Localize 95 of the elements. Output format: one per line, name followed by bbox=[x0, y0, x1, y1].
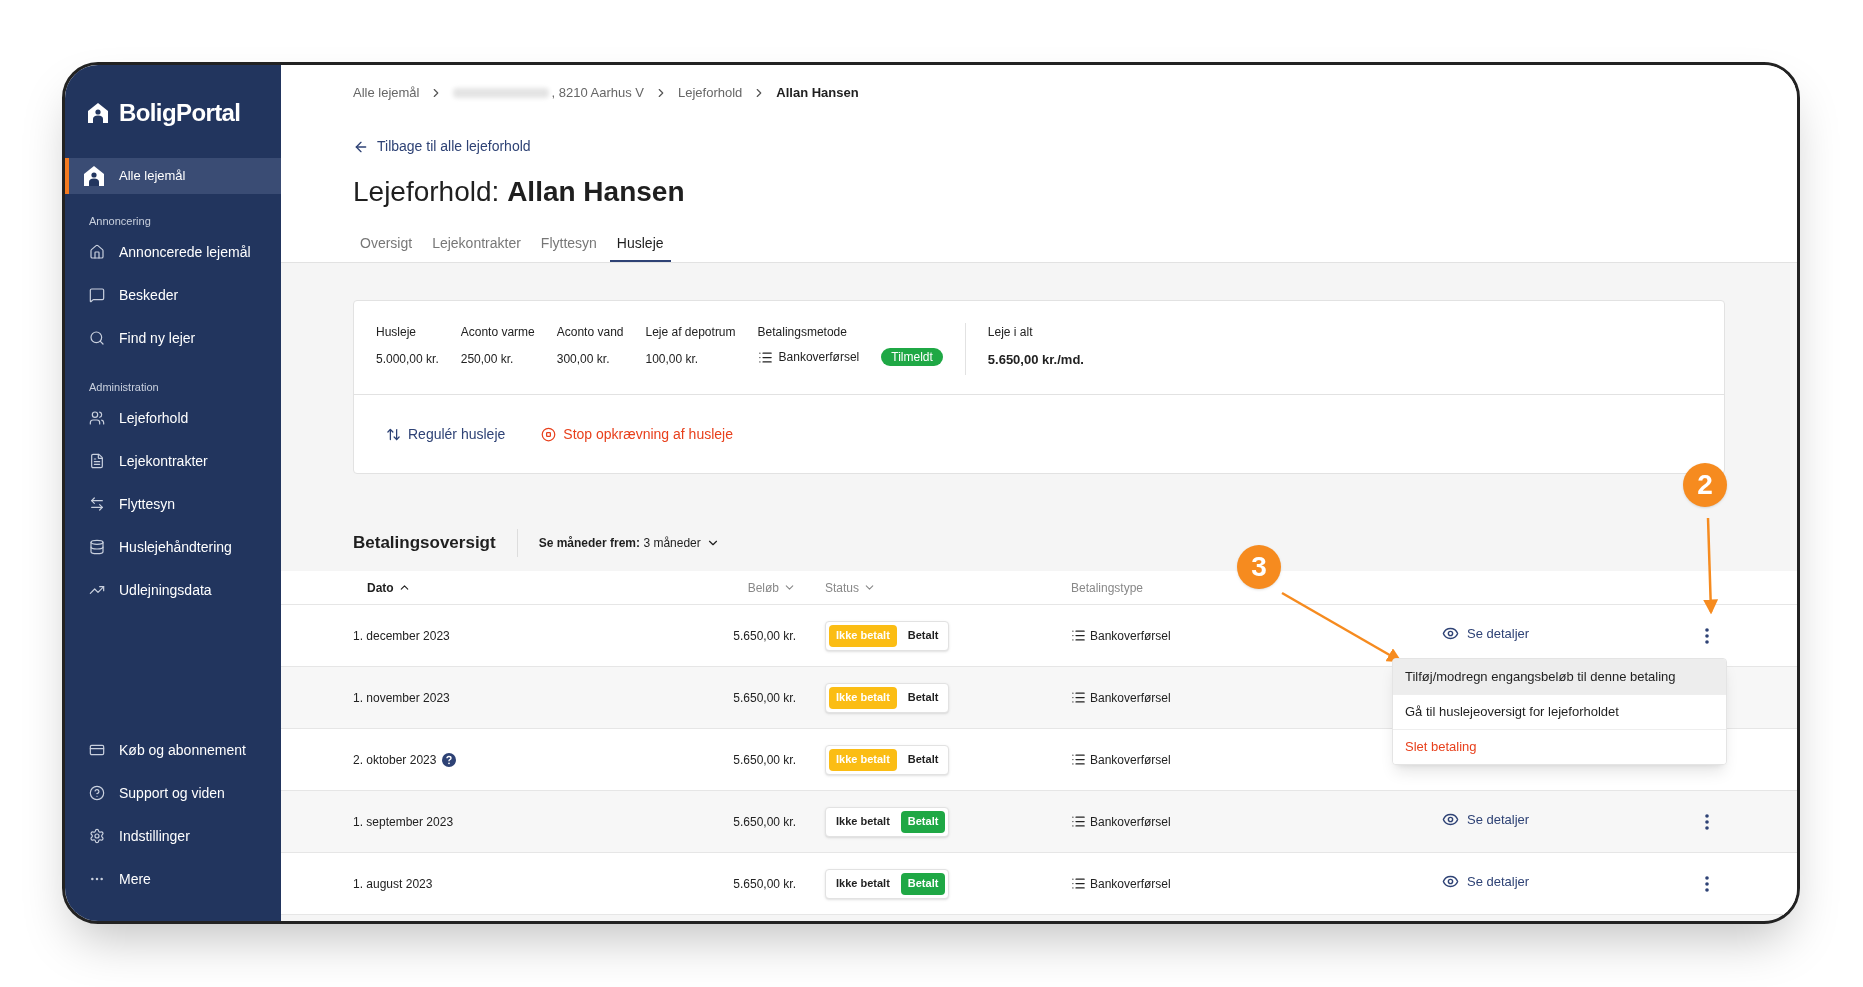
amount-cell-text: 5.650,00 kr. bbox=[732, 875, 796, 893]
nav-icon bbox=[89, 453, 105, 469]
date-cell-text: 1. august 2023 bbox=[353, 875, 433, 893]
payment-type-cell-text: Bankoverførsel bbox=[1090, 875, 1171, 893]
field-value: 250,00 kr. bbox=[460, 351, 515, 368]
list-icon bbox=[757, 349, 773, 365]
nav-icon bbox=[89, 287, 105, 303]
tab[interactable]: Flyttesyn bbox=[533, 226, 604, 262]
sidebar-item[interactable]: Find ny lejer bbox=[65, 320, 281, 356]
list-icon bbox=[1071, 814, 1086, 829]
section-label: Administration bbox=[88, 379, 160, 395]
nav-icon bbox=[89, 244, 105, 260]
sidebar-item[interactable]: Lejeforhold bbox=[65, 400, 281, 436]
logo-text: BoligPortal bbox=[119, 98, 241, 128]
amount-cell-text: 5.650,00 kr. bbox=[732, 751, 796, 769]
payment-type-cell-text: Bankoverførsel bbox=[1090, 751, 1171, 769]
list-icon bbox=[1071, 752, 1086, 767]
column-header[interactable]: Dato bbox=[353, 578, 603, 597]
field-label: Husleje bbox=[376, 324, 418, 341]
status-option[interactable]: Ikke betalt bbox=[829, 872, 897, 895]
up-down-arrows-icon bbox=[386, 426, 401, 442]
sidebar-item[interactable]: Lejekontrakter bbox=[65, 443, 281, 479]
sidebar-item[interactable]: Annoncerede lejemål bbox=[65, 234, 281, 270]
field-label: Leje af depotrum bbox=[645, 324, 736, 341]
stop-icon bbox=[541, 426, 557, 442]
payment-type-cell-text: Bankoverførsel bbox=[1090, 813, 1171, 831]
sidebar-item[interactable]: Indstillinger bbox=[65, 818, 281, 854]
sidebar-item[interactable]: Udlejningsdata bbox=[65, 572, 281, 608]
sidebar-item[interactable]: Flyttesyn bbox=[65, 486, 281, 522]
nav-icon bbox=[89, 496, 105, 512]
list-icon bbox=[1071, 690, 1086, 705]
date-cell-text: 1. december 2023 bbox=[353, 627, 450, 645]
status-option[interactable]: Betalt bbox=[900, 748, 946, 771]
back-link[interactable]: Tilbage til alle lejeforhold bbox=[353, 136, 531, 157]
amount-cell-text: 5.650,00 kr. bbox=[732, 627, 796, 645]
field-value: 300,00 kr. bbox=[556, 351, 611, 368]
field-label: Aconto vand bbox=[556, 324, 624, 341]
breadcrumb-link[interactable]: Lejeforhold bbox=[678, 83, 743, 103]
status-badge: Tilmeldt bbox=[881, 348, 943, 366]
tab[interactable]: Lejekontrakter bbox=[425, 226, 528, 262]
status-option[interactable]: Betalt bbox=[900, 624, 946, 647]
date-cell-text: 1. september 2023 bbox=[353, 813, 454, 831]
field-value: 100,00 kr. bbox=[645, 351, 700, 368]
kebab-icon bbox=[1705, 627, 1709, 644]
breadcrumb-link[interactable]: , 8210 Aarhus V bbox=[551, 83, 644, 103]
section-label: Annoncering bbox=[88, 213, 152, 229]
date-cell-text: 1. november 2023 bbox=[353, 689, 450, 707]
kebab-icon bbox=[1705, 875, 1709, 892]
tab[interactable]: Husleje bbox=[609, 226, 671, 262]
payment-type-cell-text: Bankoverførsel bbox=[1090, 689, 1171, 707]
logo-icon bbox=[87, 102, 109, 124]
field-value: 5.000,00 kr. bbox=[376, 351, 439, 368]
status-option[interactable]: Ikke betalt bbox=[829, 810, 897, 833]
total-value: 5.650,00 kr./md. bbox=[987, 351, 1084, 369]
kebab-icon bbox=[1705, 813, 1709, 830]
nav-icon bbox=[89, 330, 105, 346]
amount-cell-text: 5.650,00 kr. bbox=[732, 689, 796, 707]
house-person-icon bbox=[83, 165, 105, 187]
nav-icon bbox=[89, 785, 105, 801]
nav-icon bbox=[89, 410, 105, 426]
menu-item[interactable]: Slet betaling bbox=[1393, 729, 1726, 764]
date-cell-text: 2. oktober 2023 bbox=[353, 751, 437, 769]
breadcrumb-link[interactable]: Alle lejemål bbox=[353, 83, 420, 103]
months-dropdown[interactable]: Se måneder frem: 3 måneder bbox=[538, 534, 720, 552]
payment-type-cell-text: Bankoverførsel bbox=[1090, 627, 1171, 645]
column-header[interactable]: Status bbox=[796, 578, 1071, 597]
nav-icon bbox=[89, 539, 105, 555]
field-label: Betalingsmetode bbox=[757, 324, 848, 341]
section-heading: Betalingsoversigt bbox=[353, 529, 518, 557]
page-title: Lejeforhold: Allan Hansen bbox=[353, 175, 686, 209]
details-link[interactable]: Se detaljer bbox=[1442, 871, 1530, 892]
amount-cell-text: 5.650,00 kr. bbox=[732, 813, 796, 831]
sidebar-item[interactable]: Køb og abonnement bbox=[65, 732, 281, 768]
menu-item[interactable]: Gå til huslejeoversigt for lejeforholdet bbox=[1393, 694, 1726, 729]
breadcrumb-link[interactable]: Allan Hansen bbox=[776, 83, 859, 103]
list-icon bbox=[1071, 876, 1086, 891]
sidebar-item[interactable]: Alle lejemål bbox=[65, 158, 281, 194]
nav-icon bbox=[89, 742, 105, 758]
menu-item[interactable]: Tilføj/modregn engangsbeløb til denne betaling bbox=[1393, 659, 1726, 694]
column-header[interactable]: Beløb bbox=[603, 578, 796, 597]
details-link[interactable]: Se detaljer bbox=[1442, 623, 1530, 644]
nav-icon bbox=[89, 828, 105, 844]
details-link[interactable]: Se detaljer bbox=[1442, 809, 1530, 830]
field-label: Aconto varme bbox=[460, 324, 535, 341]
sidebar-item[interactable]: Support og viden bbox=[65, 775, 281, 811]
tab[interactable]: Oversigt bbox=[353, 226, 420, 262]
field-label: Leje i alt bbox=[987, 324, 1034, 341]
field-value: Bankoverførsel bbox=[778, 349, 860, 366]
status-option[interactable]: Betalt bbox=[900, 686, 946, 709]
sidebar-item[interactable]: Huslejehåndtering bbox=[65, 529, 281, 565]
sidebar-item[interactable]: Mere bbox=[65, 861, 281, 897]
list-icon bbox=[1071, 628, 1086, 643]
action-link[interactable]: Regulér husleje bbox=[386, 423, 506, 445]
sidebar-item[interactable]: Beskeder bbox=[65, 277, 281, 313]
action-link[interactable]: Stop opkrævning af husleje bbox=[541, 423, 733, 445]
